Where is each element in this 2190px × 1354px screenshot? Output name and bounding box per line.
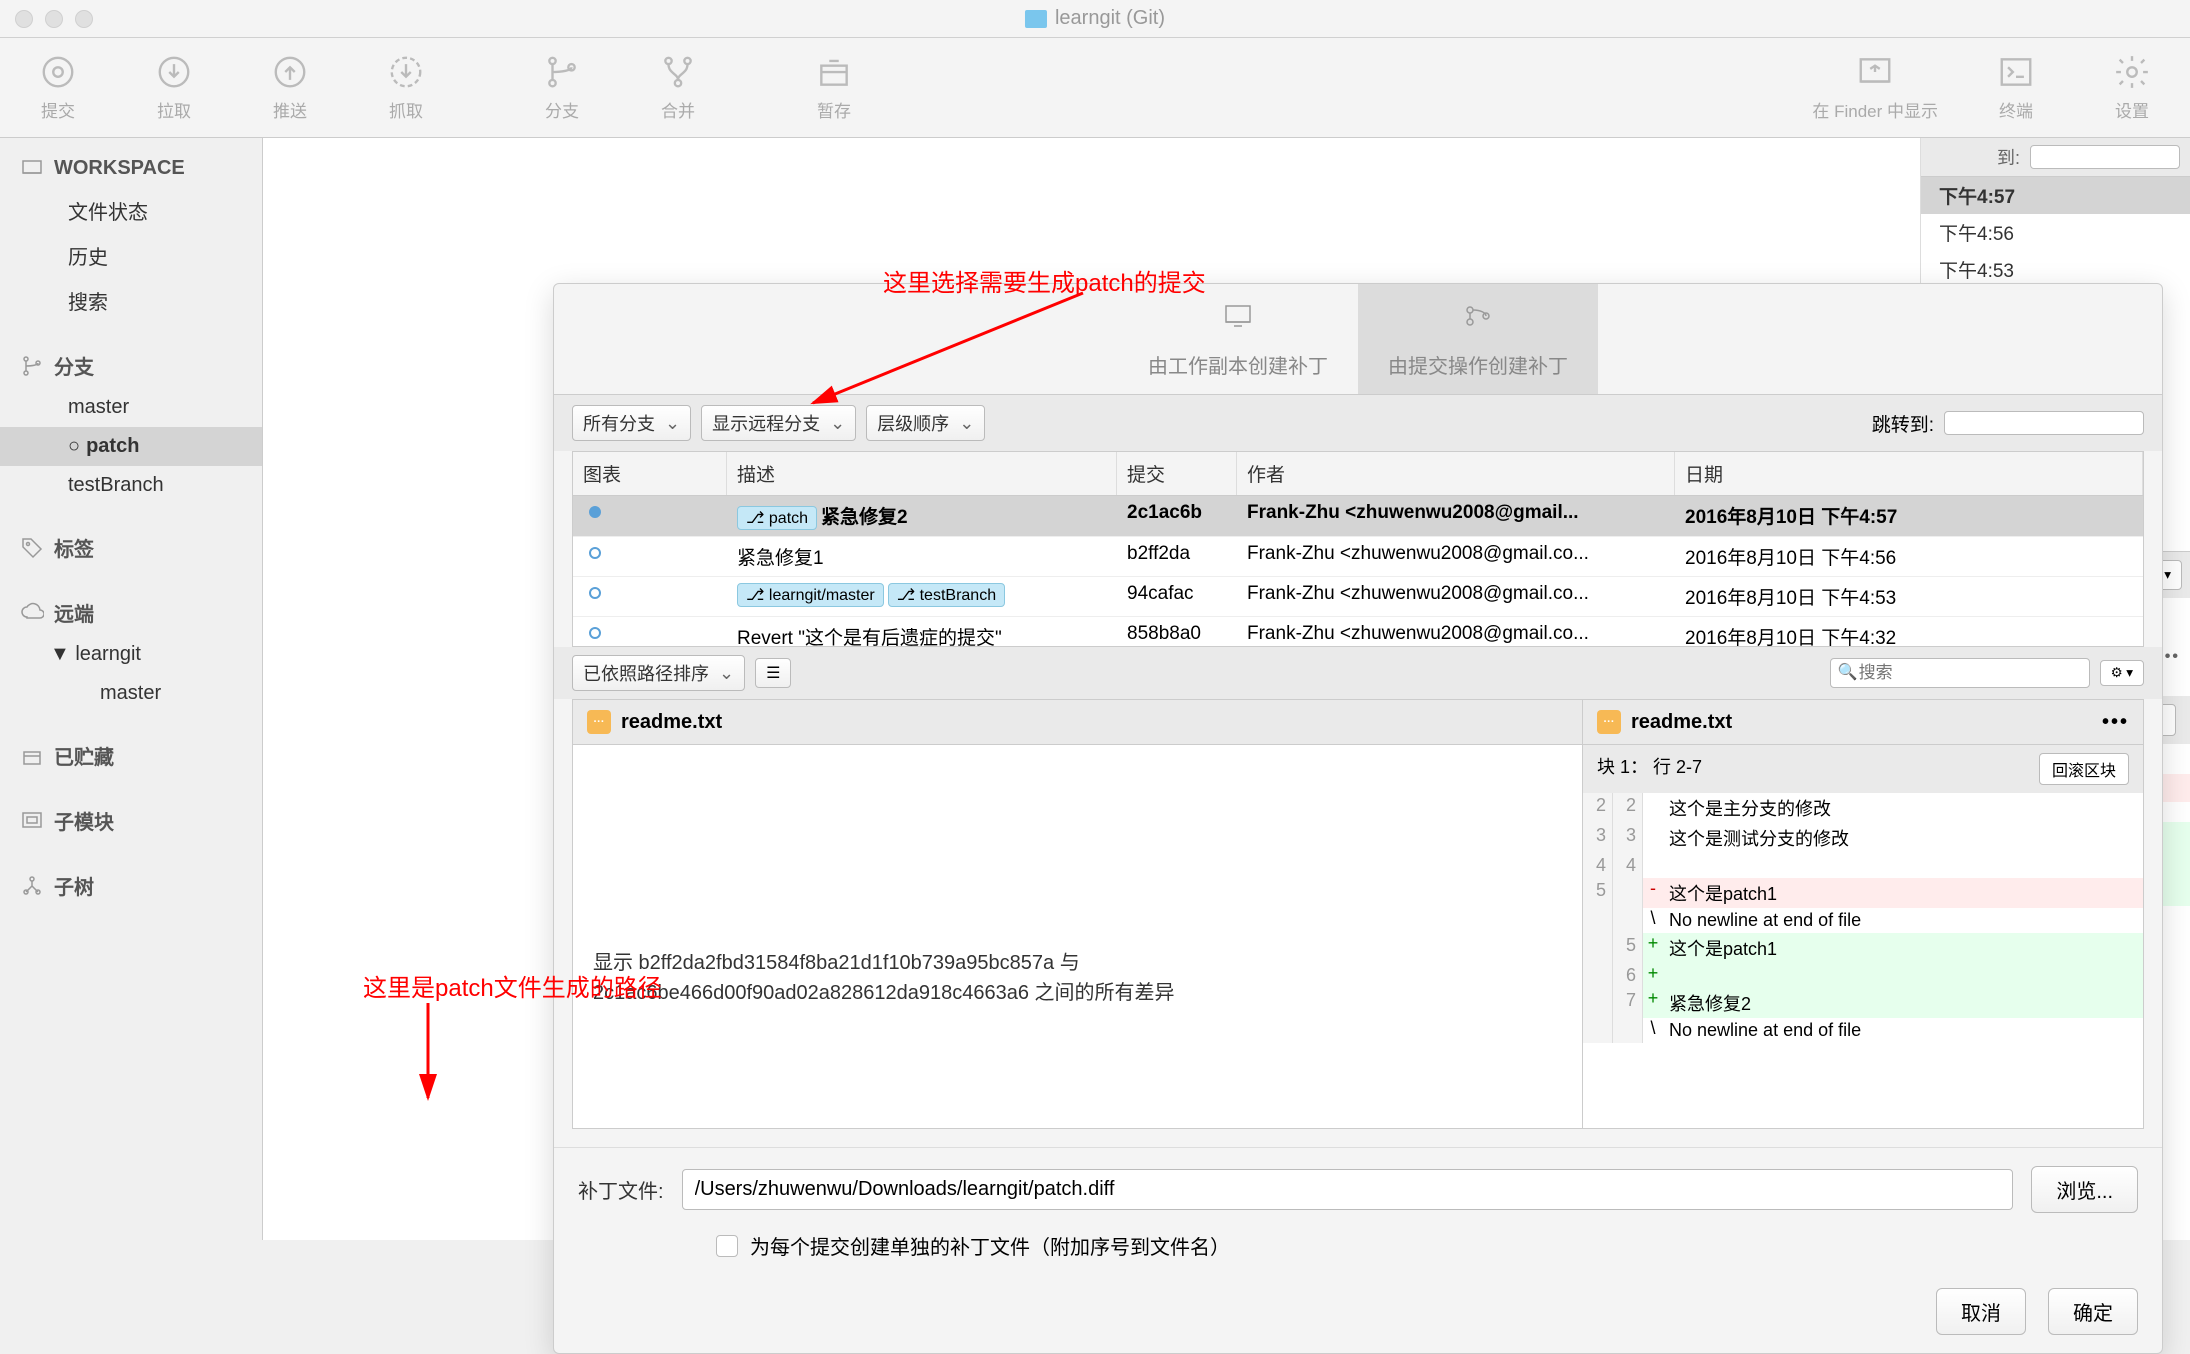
main-area: 到: 下午4:57下午4:56下午4:53下午4:32下午4:31下午4:30下… [263, 138, 2190, 1240]
commit-row[interactable]: patch紧急修复22c1ac6bFrank-Zhu <zhuwenwu2008… [573, 496, 2143, 537]
commit-row[interactable]: Revert "这个是有后遗症的提交"858b8a0Frank-Zhu <zhu… [573, 617, 2143, 646]
jump-label: 跳转到: [1872, 410, 1934, 437]
sidebar-file-status[interactable]: 文件状态 [0, 188, 262, 233]
file-icon: ··· [1597, 710, 1621, 734]
sidebar-branch-testbranch[interactable]: testBranch [0, 466, 262, 505]
diff-line[interactable]: 7+紧急修复2 [1583, 988, 2143, 1018]
window-title: learngit (Git) [1055, 7, 1165, 30]
stash-button[interactable]: 暂存 [796, 53, 872, 122]
hunk-title: 块 1： 行 2-7 [1597, 753, 1702, 785]
diff-gear-icon[interactable]: ⚙ ▾ [2100, 660, 2144, 686]
toolbar: 提交 拉取 推送 抓取 分支 合并 暂存 在 Finder 中显示 终端 设置 [0, 38, 2190, 138]
pull-button[interactable]: 拉取 [136, 53, 212, 122]
commit-button[interactable]: 提交 [20, 53, 96, 122]
more-icon[interactable]: ••• [2102, 711, 2129, 734]
branches-section: 分支 [0, 343, 262, 388]
terminal-button[interactable]: 终端 [1978, 53, 2054, 122]
commit-row[interactable]: 紧急修复1b2ff2daFrank-Zhu <zhuwenwu2008@gmai… [573, 537, 2143, 577]
sidebar-remote-learngit[interactable]: ▼ learngit [0, 635, 262, 674]
subtrees-section[interactable]: 子树 [0, 863, 262, 908]
patch-file-label: 补丁文件: [578, 1175, 664, 1204]
sidebar-branch-patch[interactable]: patch [0, 427, 262, 466]
diff-line[interactable]: 22这个是主分支的修改 [1583, 793, 2143, 823]
sidebar-history[interactable]: 历史 [0, 233, 262, 278]
push-button[interactable]: 推送 [252, 53, 328, 122]
titlebar: learngit (Git) [0, 0, 2190, 38]
col-date[interactable]: 日期 [1675, 452, 2143, 495]
branch-button[interactable]: 分支 [524, 53, 600, 122]
checkbox-label: 为每个提交创建单独的补丁文件（附加序号到文件名） [750, 1231, 1230, 1260]
diff-line[interactable]: 33这个是测试分支的修改 [1583, 823, 2143, 853]
file-name-left: readme.txt [621, 711, 722, 734]
file-icon: ··· [587, 710, 611, 734]
col-hash[interactable]: 提交 [1117, 452, 1237, 495]
cancel-button[interactable]: 取消 [1936, 1288, 2026, 1335]
diff-line[interactable]: 44 [1583, 853, 2143, 878]
file-name-right: readme.txt [1631, 711, 1732, 734]
show-finder-button[interactable]: 在 Finder 中显示 [1812, 53, 1938, 122]
traffic-lights [15, 10, 93, 28]
filter-bar: 所有分支 显示远程分支 层级顺序 跳转到: [554, 395, 2162, 451]
tab-from-workcopy[interactable]: 由工作副本创建补丁 [1118, 284, 1358, 394]
merge-button[interactable]: 合并 [640, 53, 716, 122]
goto-select[interactable] [2030, 145, 2180, 169]
rs-time-row[interactable]: 下午4:57 [1921, 177, 2190, 214]
sidebar-remote-master[interactable]: master [0, 674, 262, 713]
diff-line[interactable]: \ No newline at end of file [1583, 908, 2143, 933]
commit-table: 图表 描述 提交 作者 日期 patch紧急修复22c1ac6bFrank-Zh… [572, 451, 2144, 647]
jump-select[interactable] [1944, 411, 2144, 435]
create-patch-dialog: 由工作副本创建补丁 由提交操作创建补丁 所有分支 显示远程分支 层级顺序 跳转到… [553, 283, 2163, 1354]
diff-line[interactable]: 6+ [1583, 963, 2143, 988]
filter-show-remote[interactable]: 显示远程分支 [701, 405, 856, 441]
settings-button[interactable]: 设置 [2094, 53, 2170, 122]
submodules-section[interactable]: 子模块 [0, 798, 262, 843]
col-author[interactable]: 作者 [1237, 452, 1675, 495]
close-icon[interactable] [15, 10, 33, 28]
remotes-section[interactable]: 远端 [0, 590, 262, 635]
diff-line[interactable]: 5-这个是patch1 [1583, 878, 2143, 908]
fetch-button[interactable]: 抓取 [368, 53, 444, 122]
stashes-section[interactable]: 已贮藏 [0, 733, 262, 778]
goto-label: 到: [1997, 144, 2020, 170]
diff-line[interactable]: \ No newline at end of file [1583, 1018, 2143, 1043]
patch-path-input[interactable] [682, 1169, 2014, 1210]
diff-summary-1: 显示 b2ff2da2fbd31584f8ba21d1f10b739a95bc8… [593, 948, 1562, 978]
diff-line[interactable]: 5+这个是patch1 [1583, 933, 2143, 963]
sort-select[interactable]: 已依照路径排序 [572, 655, 745, 691]
tab-from-commits[interactable]: 由提交操作创建补丁 [1358, 284, 1598, 394]
col-desc[interactable]: 描述 [727, 452, 1117, 495]
tags-section[interactable]: 标签 [0, 525, 262, 570]
rs-time-row[interactable]: 下午4:56 [1921, 214, 2190, 251]
diff-left-panel: ··· readme.txt 显示 b2ff2da2fbd31584f8ba21… [573, 700, 1583, 1128]
filter-order[interactable]: 层级顺序 [866, 405, 985, 441]
list-view-icon[interactable]: ☰ [755, 658, 791, 688]
filter-all-branches[interactable]: 所有分支 [572, 405, 691, 441]
rollback-button[interactable]: 回滚区块 [2039, 753, 2129, 785]
sidebar-branch-master[interactable]: master [0, 388, 262, 427]
minimize-icon[interactable] [45, 10, 63, 28]
diff-right-panel: ··· readme.txt ••• 块 1： 行 2-7 回滚区块 22这个是… [1583, 700, 2143, 1128]
diff-search-input[interactable] [1830, 658, 2090, 688]
browse-button[interactable]: 浏览... [2031, 1166, 2138, 1213]
folder-icon [1025, 10, 1047, 28]
workspace-section: WORKSPACE [0, 148, 262, 188]
zoom-icon[interactable] [75, 10, 93, 28]
separate-files-checkbox[interactable] [716, 1235, 738, 1257]
sidebar-search[interactable]: 搜索 [0, 278, 262, 323]
sidebar: WORKSPACE 文件状态 历史 搜索 分支 master patch tes… [0, 138, 263, 1240]
confirm-button[interactable]: 确定 [2048, 1288, 2138, 1335]
commit-row[interactable]: learngit/mastertestBranch94cafacFrank-Zh… [573, 577, 2143, 617]
diff-summary-2: 2c1ac6be466d00f90ad02a828612da918c4663a6… [593, 978, 1562, 1008]
col-graph[interactable]: 图表 [573, 452, 727, 495]
